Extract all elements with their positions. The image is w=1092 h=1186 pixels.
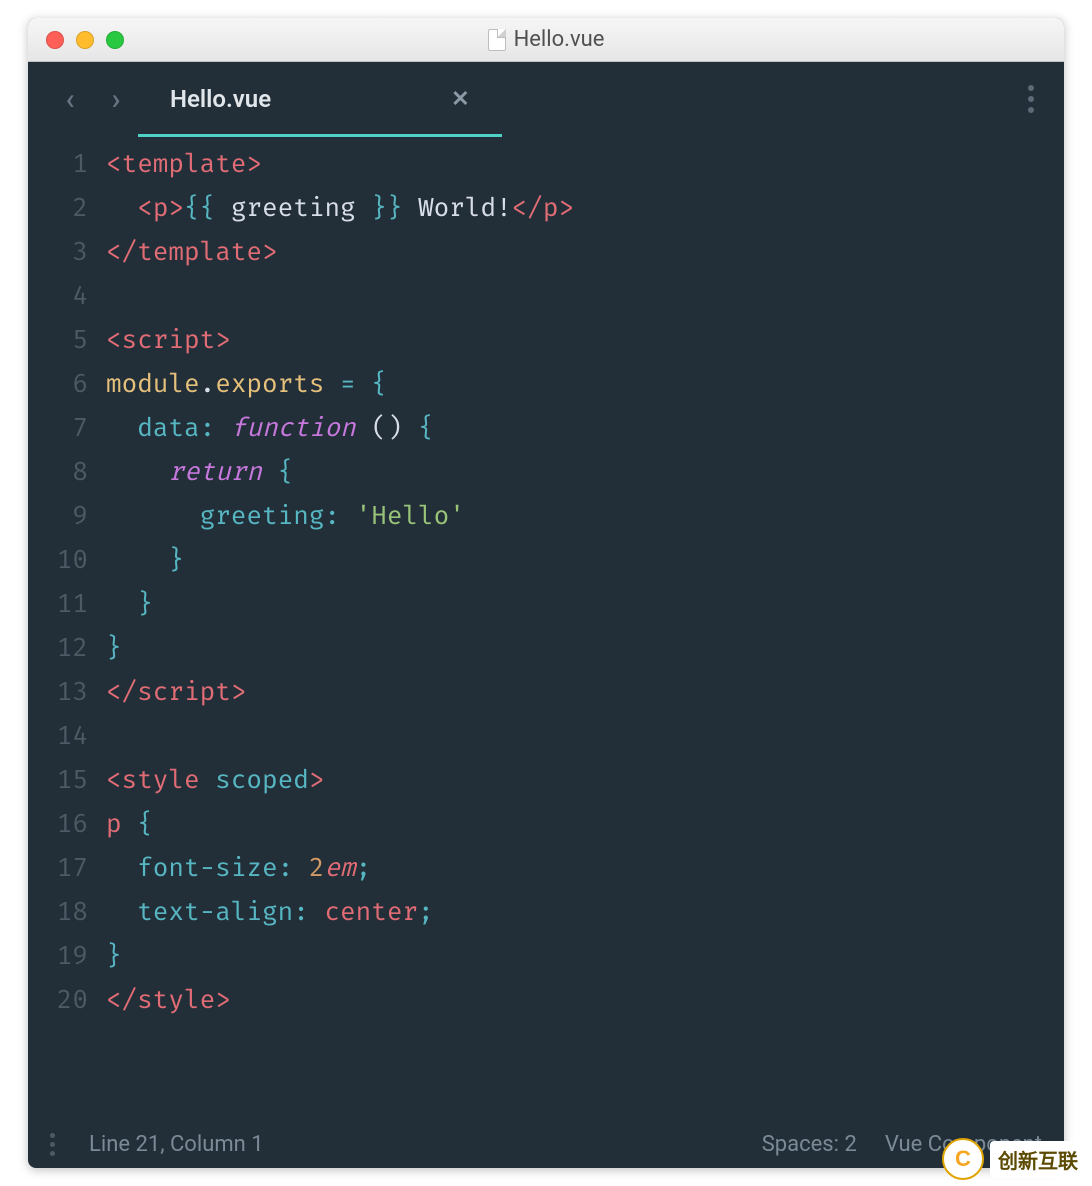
line-number: 12 <box>28 626 88 670</box>
code-line[interactable]: text-align: center; <box>106 890 1064 934</box>
close-window-button[interactable] <box>46 31 64 49</box>
cursor-position[interactable]: Line 21, Column 1 <box>89 1132 264 1157</box>
code-line[interactable]: <style scoped> <box>106 758 1064 802</box>
code-line[interactable]: } <box>106 538 1064 582</box>
maximize-window-button[interactable] <box>106 31 124 49</box>
code-line[interactable]: <template> <box>106 142 1064 186</box>
code-line[interactable]: </style> <box>106 978 1064 1022</box>
code-line[interactable]: greeting: 'Hello' <box>106 494 1064 538</box>
tab-bar: ‹ › Hello.vue ✕ <box>28 62 1064 136</box>
code-line[interactable] <box>106 274 1064 318</box>
nav-forward-button[interactable]: › <box>102 82 130 117</box>
code-line[interactable]: } <box>106 934 1064 978</box>
code-line[interactable]: } <box>106 626 1064 670</box>
window-title: Hello.vue <box>28 27 1064 52</box>
line-number: 3 <box>28 230 88 274</box>
line-number: 2 <box>28 186 88 230</box>
line-number: 18 <box>28 890 88 934</box>
line-number: 1 <box>28 142 88 186</box>
code-line[interactable]: module.exports = { <box>106 362 1064 406</box>
minimize-window-button[interactable] <box>76 31 94 49</box>
titlebar: Hello.vue <box>28 18 1064 62</box>
line-number: 7 <box>28 406 88 450</box>
tab-hello-vue[interactable]: Hello.vue ✕ <box>148 75 492 123</box>
window-title-text: Hello.vue <box>514 27 605 52</box>
line-number: 20 <box>28 978 88 1022</box>
editor-window: Hello.vue ‹ › Hello.vue ✕ 12345678910111… <box>28 18 1064 1168</box>
code-line[interactable]: </script> <box>106 670 1064 714</box>
code-line[interactable]: p { <box>106 802 1064 846</box>
line-number: 13 <box>28 670 88 714</box>
line-number: 8 <box>28 450 88 494</box>
code-line[interactable]: <script> <box>106 318 1064 362</box>
close-tab-icon[interactable]: ✕ <box>451 87 469 112</box>
indent-setting[interactable]: Spaces: 2 <box>762 1132 857 1157</box>
line-number: 11 <box>28 582 88 626</box>
window-controls <box>28 31 124 49</box>
more-options-button[interactable] <box>1018 75 1044 123</box>
file-icon <box>488 29 506 51</box>
line-number: 9 <box>28 494 88 538</box>
status-bar: Line 21, Column 1 Spaces: 2 Vue Componen… <box>28 1120 1064 1168</box>
code-line[interactable]: font-size: 2em; <box>106 846 1064 890</box>
line-number: 10 <box>28 538 88 582</box>
code-line[interactable]: } <box>106 582 1064 626</box>
line-number: 4 <box>28 274 88 318</box>
code-line[interactable]: data: function () { <box>106 406 1064 450</box>
code-line[interactable]: </template> <box>106 230 1064 274</box>
code-line[interactable]: <p>{{ greeting }} World!</p> <box>106 186 1064 230</box>
line-number: 16 <box>28 802 88 846</box>
status-menu-button[interactable] <box>50 1133 55 1156</box>
line-number: 15 <box>28 758 88 802</box>
code-line[interactable]: return { <box>106 450 1064 494</box>
code-editor[interactable]: 1234567891011121314151617181920 <templat… <box>28 136 1064 1120</box>
code-content[interactable]: <template> <p>{{ greeting }} World!</p><… <box>102 142 1064 1120</box>
line-number: 19 <box>28 934 88 978</box>
line-number: 14 <box>28 714 88 758</box>
line-number: 5 <box>28 318 88 362</box>
line-number: 6 <box>28 362 88 406</box>
active-tab-indicator <box>138 134 502 137</box>
line-number-gutter: 1234567891011121314151617181920 <box>28 142 102 1120</box>
line-number: 17 <box>28 846 88 890</box>
code-line[interactable] <box>106 714 1064 758</box>
syntax-mode[interactable]: Vue Component <box>885 1132 1042 1157</box>
tab-label: Hello.vue <box>170 85 271 113</box>
nav-back-button[interactable]: ‹ <box>56 82 84 117</box>
